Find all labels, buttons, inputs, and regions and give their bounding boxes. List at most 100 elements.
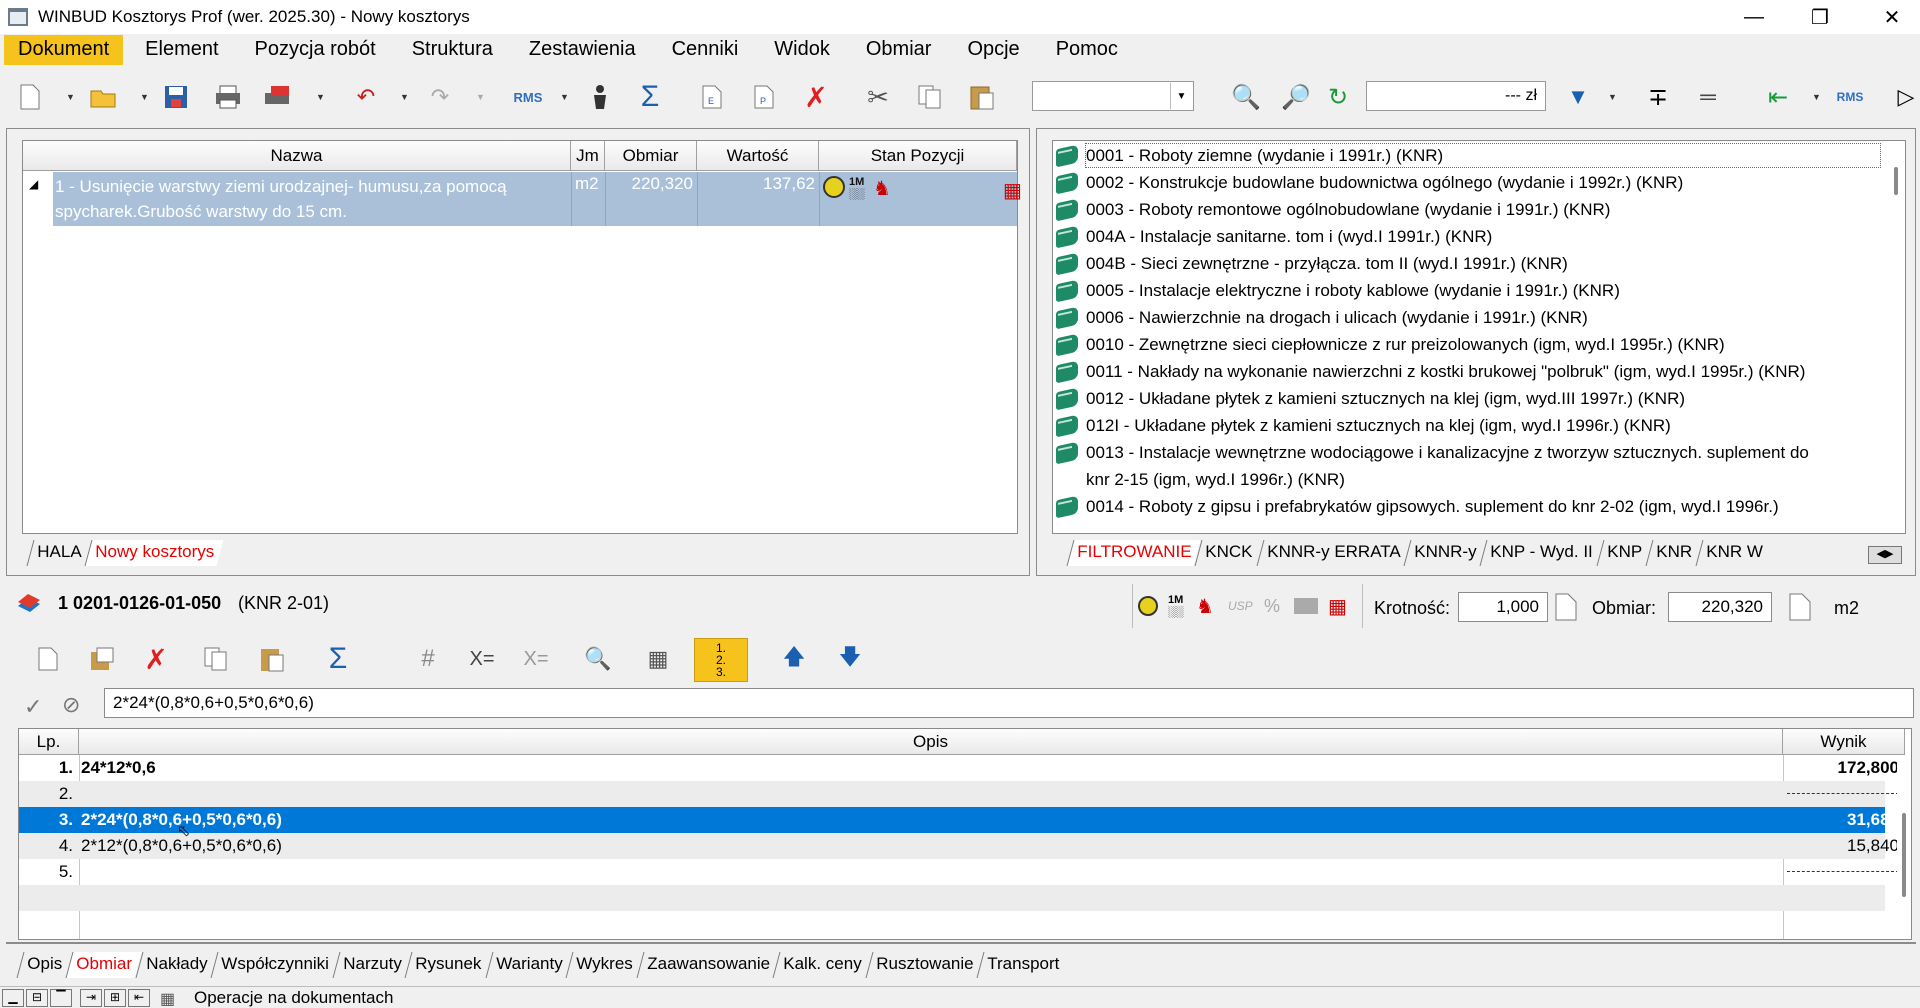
table-row-selected[interactable]: 3. 2*24*(0,8*0,6+0,5*0,6*0,6) 31,680	[19, 807, 1899, 833]
col-header-unit[interactable]: Jm	[571, 141, 605, 171]
collapse-icon[interactable]: ═	[1692, 82, 1724, 112]
import-icon[interactable]: ⇤	[1762, 82, 1794, 112]
table-row[interactable]: 1. 24*12*0,6 172,800	[19, 755, 1899, 781]
list-item[interactable]: 012I - Układane płytek z kamieni sztuczn…	[1053, 412, 1671, 439]
percent-plus-minus-icon[interactable]: ∓	[1642, 82, 1674, 112]
percent-icon[interactable]: %	[1264, 596, 1280, 617]
list-item[interactable]: 0011 - Nakłady na wykonanie nawierzchni …	[1053, 358, 1805, 385]
calculator-icon[interactable]: ▦	[642, 644, 674, 674]
tab-knck[interactable]: KNCK	[1194, 540, 1262, 566]
menu-opcje[interactable]: Opcje	[953, 35, 1033, 65]
refresh-icon[interactable]: ↻	[1322, 82, 1354, 112]
col-header-measure[interactable]: Obmiar	[605, 141, 697, 171]
delete-icon[interactable]: ✗	[800, 82, 832, 113]
col-header-value[interactable]: Wartość	[697, 141, 819, 171]
tab-zaawansowanie[interactable]: Zaawansowanie	[636, 952, 779, 978]
tab-knp[interactable]: KNP	[1596, 540, 1652, 566]
layout-icon[interactable]: ⇥	[80, 989, 102, 1007]
paste-icon[interactable]	[966, 82, 998, 112]
tab-kalk-ceny[interactable]: Kalk. ceny	[772, 952, 872, 978]
tab-knnr-errata[interactable]: KNNR-y ERRATA	[1256, 540, 1410, 566]
table-row[interactable]: 4. 2*12*(0,8*0,6+0,5*0,6*0,6) 15,840	[19, 833, 1899, 859]
cancel-icon[interactable]: ⊘	[62, 692, 80, 718]
new-row-icon[interactable]	[32, 644, 64, 674]
variable-assign-icon[interactable]: X=	[466, 644, 498, 674]
col-header-desc[interactable]: Opis	[79, 729, 1783, 755]
worker-status-icon[interactable]: ♞	[1196, 594, 1214, 619]
document-p-icon[interactable]: P	[748, 82, 780, 112]
rms-icon[interactable]: RMS	[512, 82, 544, 112]
numbering-toggle-icon[interactable]: 1. 2. 3.	[694, 638, 748, 682]
list-item-continuation[interactable]: knr 2-15 (igm, wyd.I 1996r.) (KNR)	[1053, 466, 1345, 493]
list-item[interactable]: 0005 - Instalacje elektryczne i roboty k…	[1053, 277, 1620, 304]
calculator-icon[interactable]: ▦	[160, 989, 175, 1008]
layout-icon[interactable]: ⊟	[26, 989, 48, 1007]
table-row[interactable]: 2.	[19, 781, 1899, 807]
col-header-result[interactable]: Wynik	[1783, 729, 1905, 755]
tab-wykres[interactable]: Wykres	[565, 952, 642, 978]
document-e-icon[interactable]: E	[696, 82, 728, 112]
menu-pomoc[interactable]: Pomoc	[1042, 35, 1132, 65]
search-next-icon[interactable]: 🔎	[1280, 82, 1312, 112]
table-row[interactable]: 1 - Usunięcie warstwy ziemi urodzajnej- …	[53, 172, 1022, 226]
vertical-scrollbar[interactable]	[1897, 755, 1911, 939]
preview-icon[interactable]: 🔍	[582, 644, 614, 674]
list-item[interactable]: 0001 - Roboty ziemne (wydanie i 1991r.) …	[1053, 142, 1443, 169]
undo-icon[interactable]: ↶	[350, 82, 382, 112]
tab-obmiar[interactable]: Obmiar	[65, 952, 142, 978]
chevron-down-icon[interactable]: ▼	[140, 92, 149, 102]
list-item[interactable]: 0013 - Instalacje wewnętrzne wodociągowe…	[1053, 439, 1809, 466]
chevron-down-icon[interactable]: ▼	[560, 92, 569, 102]
menu-struktura[interactable]: Struktura	[398, 35, 507, 65]
measure-input[interactable]: 220,320	[1668, 592, 1772, 622]
menu-zestawienia[interactable]: Zestawienia	[515, 35, 650, 65]
chevron-down-icon[interactable]: ▼	[66, 92, 75, 102]
sum-icon[interactable]: Σ	[634, 80, 666, 113]
menu-obmiar[interactable]: Obmiar	[852, 35, 946, 65]
list-item[interactable]: 0010 - Zewnętrzne sieci ciepłownicze z r…	[1053, 331, 1725, 358]
scrollbar-thumb[interactable]	[1894, 167, 1898, 195]
import-rows-icon[interactable]	[86, 644, 118, 674]
list-item[interactable]: 0003 - Roboty remontowe ogólnobudowlane …	[1053, 196, 1610, 223]
print-pdf-icon[interactable]	[262, 82, 294, 112]
tab-knp-wyd-ii[interactable]: KNP - Wyd. II	[1479, 540, 1603, 566]
chevron-down-icon[interactable]: ▼	[476, 92, 485, 102]
list-item[interactable]: 0014 - Roboty z gipsu i prefabrykatów gi…	[1053, 493, 1779, 520]
menu-element[interactable]: Element	[131, 35, 232, 65]
chevron-down-icon[interactable]: ▼	[1608, 92, 1617, 102]
close-button[interactable]: ✕	[1862, 0, 1920, 34]
chevron-down-icon[interactable]: ▼	[400, 92, 409, 102]
tab-transport[interactable]: Transport	[976, 952, 1069, 978]
hash-icon[interactable]: #	[412, 644, 444, 674]
save-icon[interactable]	[160, 82, 192, 112]
position-type-dropdown[interactable]: ▼	[1032, 81, 1194, 111]
tab-nowy-kosztorys[interactable]: Nowy kosztorys	[84, 540, 224, 566]
menu-cenniki[interactable]: Cenniki	[658, 35, 753, 65]
table-row-empty[interactable]	[19, 885, 1885, 911]
layout-icon[interactable]: ⇤	[128, 989, 150, 1007]
move-down-icon[interactable]: 🡇	[834, 644, 866, 674]
equipment-icon[interactable]	[1294, 598, 1318, 614]
tab-knr-w[interactable]: KNR W	[1695, 540, 1772, 566]
rms-export-icon[interactable]: RMS	[1834, 82, 1866, 112]
document-icon[interactable]	[1554, 592, 1580, 622]
accept-icon[interactable]: ✓	[24, 694, 42, 720]
tab-knnr[interactable]: KNNR-y	[1403, 540, 1486, 566]
tab-warianty[interactable]: Warianty	[485, 952, 572, 978]
filter-icon[interactable]: ▼	[1562, 82, 1594, 112]
print-icon[interactable]	[212, 82, 244, 112]
list-item[interactable]: 0006 - Nawierzchnie na drogach i ulicach…	[1053, 304, 1588, 331]
formula-input[interactable]: 2*24*(0,8*0,6+0,5*0,6*0,6)	[104, 688, 1914, 718]
sum-icon[interactable]: Σ	[322, 642, 354, 675]
tab-knr[interactable]: KNR	[1645, 540, 1702, 566]
table-row[interactable]: 5.	[19, 859, 1899, 885]
maximize-button[interactable]: ❐	[1790, 0, 1850, 34]
menu-widok[interactable]: Widok	[760, 35, 844, 65]
col-header-name[interactable]: Nazwa	[23, 141, 571, 171]
redo-icon[interactable]: ↷	[424, 82, 456, 112]
list-item[interactable]: 004B - Sieci zewnętrzne - przyłącza. tom…	[1053, 250, 1568, 277]
tab-rusztowanie[interactable]: Rusztowanie	[865, 952, 983, 978]
scrollbar-thumb[interactable]	[1902, 813, 1906, 897]
more-tools-icon[interactable]: ▷	[1890, 82, 1920, 112]
chevron-down-icon[interactable]: ▼	[1812, 92, 1821, 102]
